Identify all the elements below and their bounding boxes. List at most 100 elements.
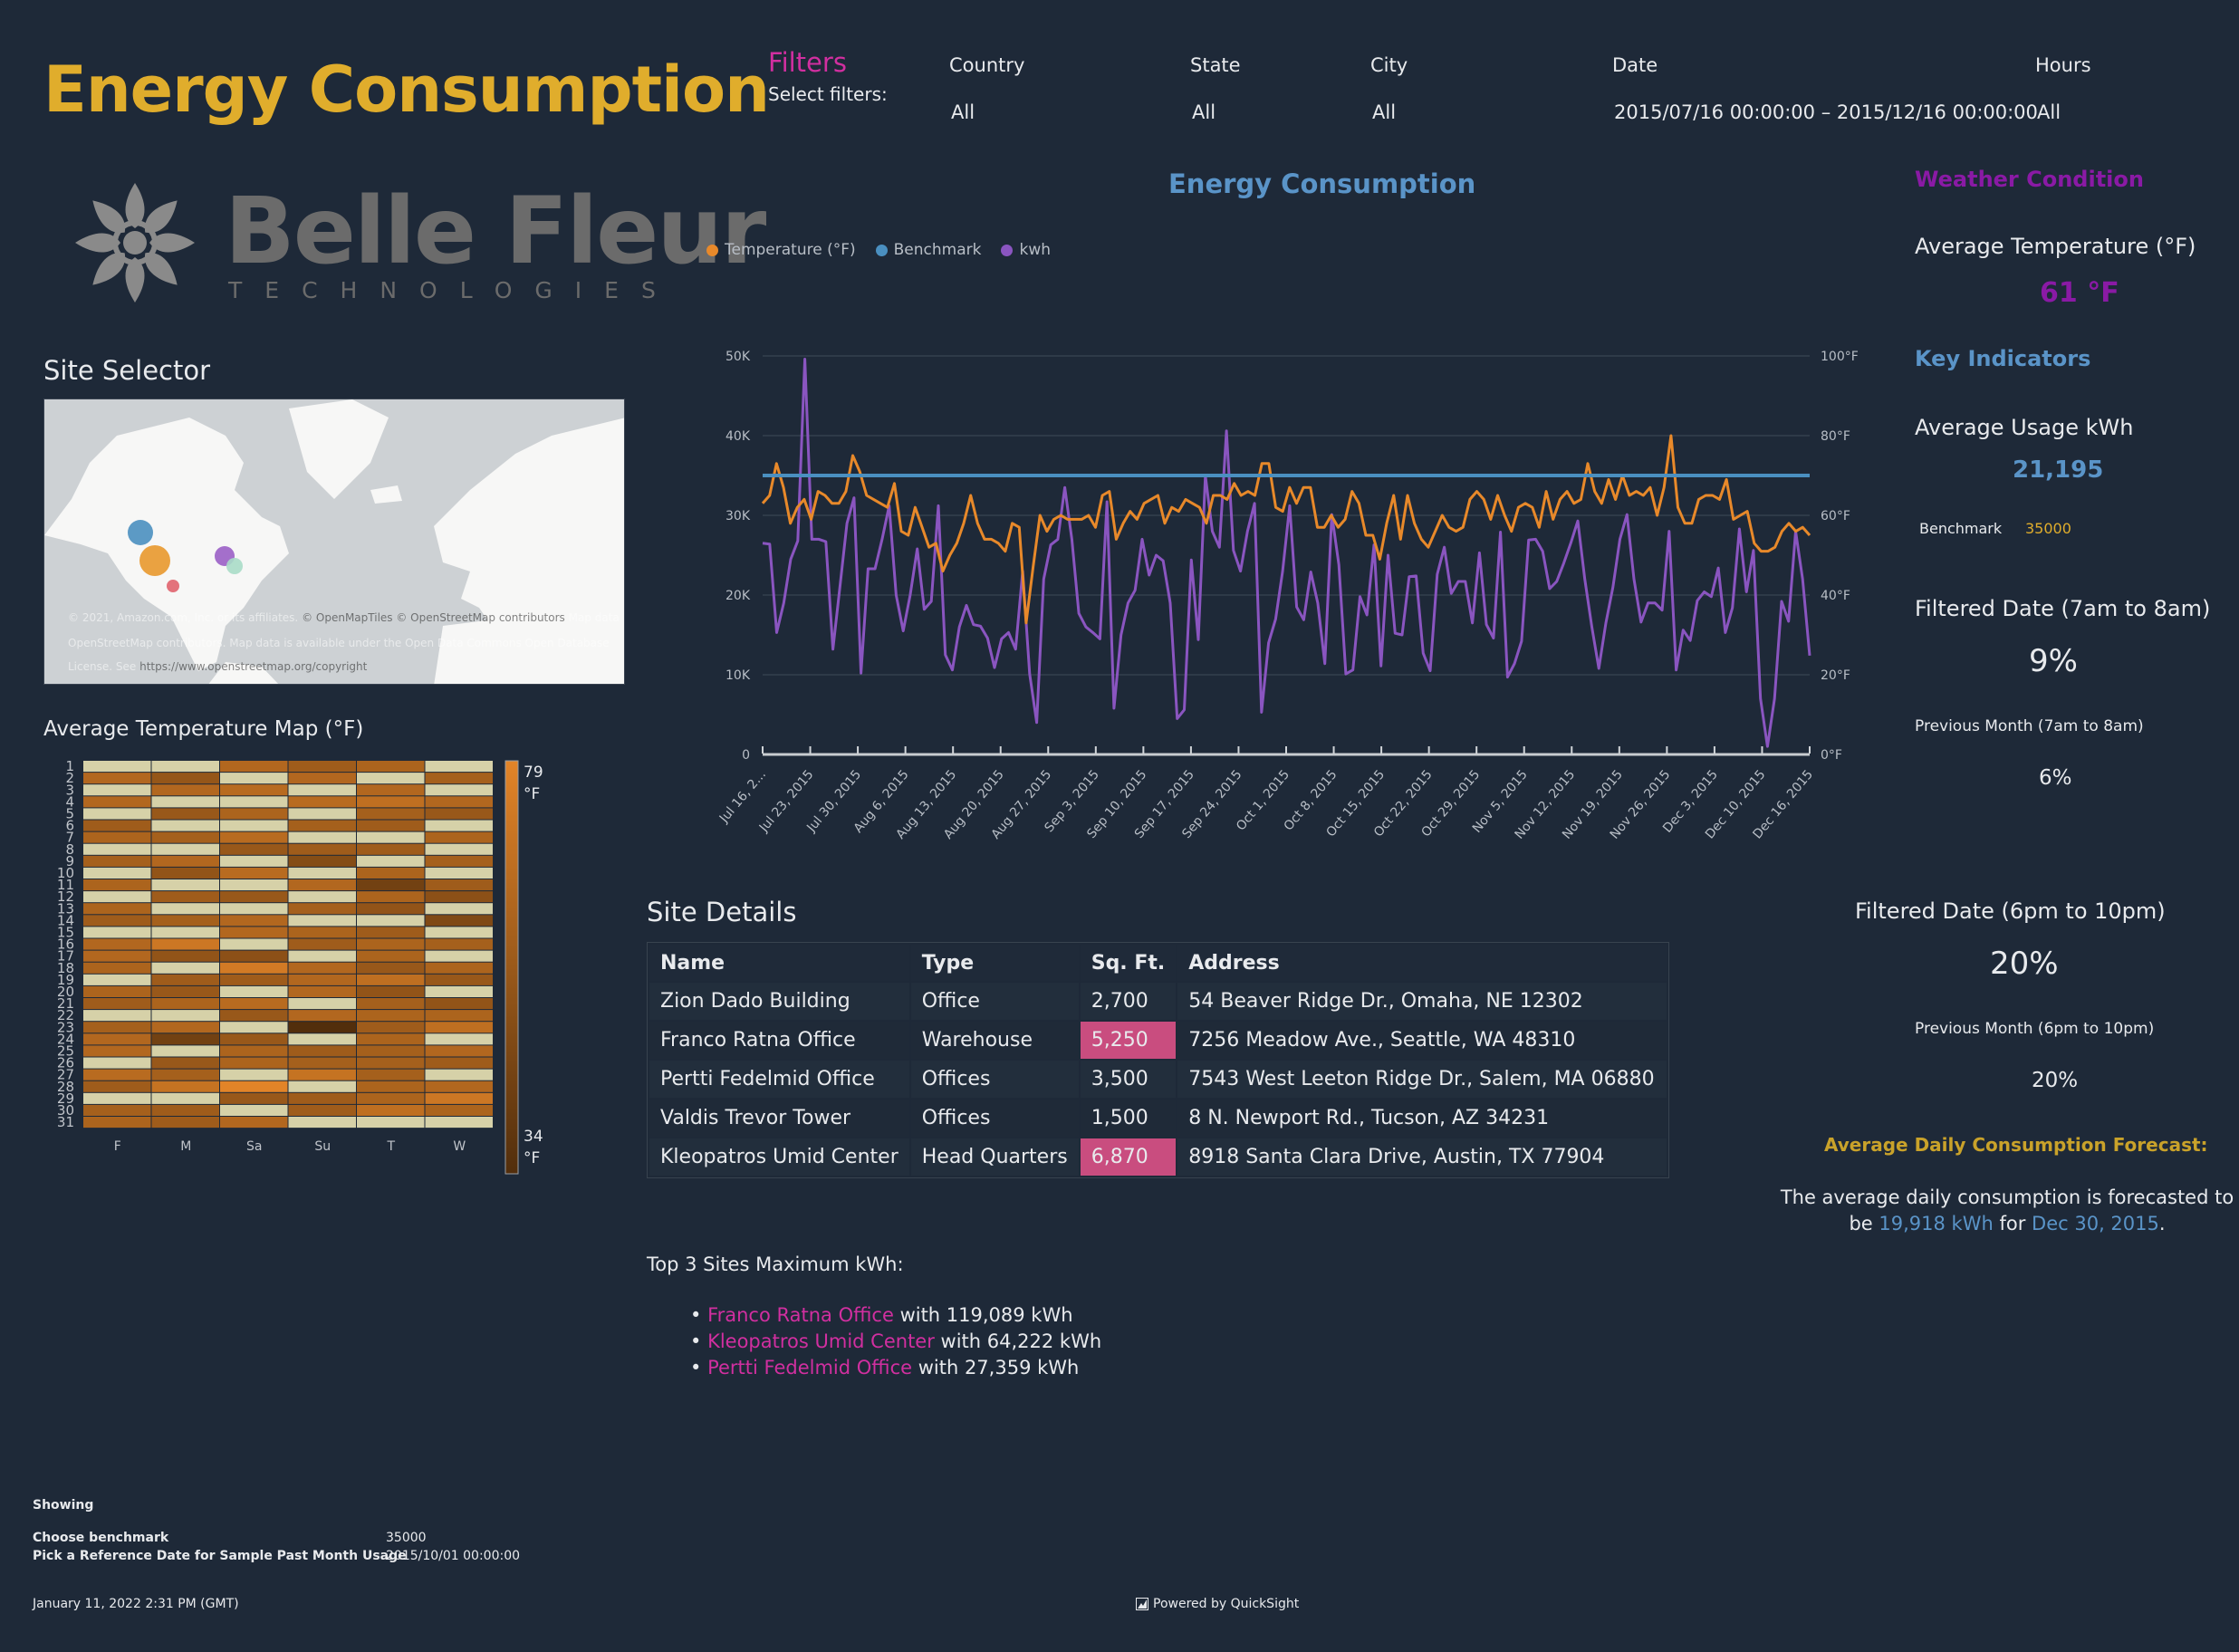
heatmap-cell[interactable] [357, 903, 425, 915]
heatmap-cell[interactable] [425, 915, 494, 927]
heatmap-cell[interactable] [151, 962, 220, 974]
heatmap-cell[interactable] [425, 761, 494, 773]
heatmap-cell[interactable] [357, 950, 425, 962]
heatmap-cell[interactable] [288, 831, 357, 843]
heatmap-cell[interactable] [288, 1092, 357, 1104]
heatmap-cell[interactable] [151, 1033, 220, 1045]
heatmap-cell[interactable] [83, 891, 151, 903]
heatmap-cell[interactable] [151, 879, 220, 891]
heatmap-cell[interactable] [288, 867, 357, 879]
heatmap-cell[interactable] [83, 761, 151, 773]
heatmap-cell[interactable] [83, 974, 151, 985]
heatmap-cell[interactable] [288, 1104, 357, 1116]
heatmap-cell[interactable] [220, 950, 288, 962]
heatmap-cell[interactable] [425, 974, 494, 985]
heatmap-cell[interactable] [425, 891, 494, 903]
heatmap-cell[interactable] [83, 1010, 151, 1022]
heatmap-cell[interactable] [288, 855, 357, 867]
heatmap-cell[interactable] [220, 974, 288, 985]
heatmap-cell[interactable] [288, 761, 357, 773]
heatmap-cell[interactable] [425, 1057, 494, 1069]
heatmap-cell[interactable] [357, 808, 425, 820]
heatmap-cell[interactable] [220, 1057, 288, 1069]
heatmap-cell[interactable] [220, 1033, 288, 1045]
heatmap-cell[interactable] [83, 1057, 151, 1069]
heatmap-cell[interactable] [151, 796, 220, 808]
heatmap-cell[interactable] [425, 985, 494, 997]
heatmap-cell[interactable] [288, 927, 357, 938]
heatmap-cell[interactable] [288, 1069, 357, 1081]
heatmap-cell[interactable] [151, 843, 220, 855]
heatmap-cell[interactable] [220, 1092, 288, 1104]
filter-date-control[interactable]: 2015/07/16 00:00:00 – 2015/12/16 00:00:0… [1614, 101, 2038, 123]
heatmap-cell[interactable] [151, 820, 220, 831]
column-header-type[interactable]: Type [908, 943, 1081, 983]
heatmap-cell[interactable] [83, 879, 151, 891]
legend-item-benchmark[interactable]: Benchmark [875, 241, 981, 259]
heatmap-cell[interactable] [83, 938, 151, 950]
heatmap-cell[interactable] [357, 1010, 425, 1022]
heatmap-cell[interactable] [288, 903, 357, 915]
heatmap-cell[interactable] [220, 1069, 288, 1081]
heatmap-cell[interactable] [83, 985, 151, 997]
heatmap-cell[interactable] [425, 831, 494, 843]
heatmap-cell[interactable] [83, 843, 151, 855]
heatmap-cell[interactable] [151, 1057, 220, 1069]
heatmap-cell[interactable] [220, 820, 288, 831]
heatmap-cell[interactable] [151, 927, 220, 938]
filter-hours-control[interactable]: All [2037, 101, 2061, 123]
heatmap-cell[interactable] [425, 998, 494, 1010]
heatmap-cell[interactable] [83, 1033, 151, 1045]
heatmap-cell[interactable] [425, 820, 494, 831]
heatmap-cell[interactable] [151, 998, 220, 1010]
heatmap-cell[interactable] [357, 1092, 425, 1104]
heatmap-cell[interactable] [357, 820, 425, 831]
heatmap-cell[interactable] [425, 808, 494, 820]
heatmap-cell[interactable] [151, 1022, 220, 1033]
heatmap-cell[interactable] [425, 1104, 494, 1116]
heatmap-cell[interactable] [425, 784, 494, 796]
heatmap-cell[interactable] [357, 831, 425, 843]
heatmap-cell[interactable] [220, 998, 288, 1010]
heatmap-cell[interactable] [288, 1010, 357, 1022]
heatmap-cell[interactable] [357, 843, 425, 855]
heatmap-cell[interactable] [357, 1045, 425, 1057]
heatmap-cell[interactable] [288, 808, 357, 820]
site-marker-seattle[interactable] [128, 520, 153, 545]
heatmap-cell[interactable] [220, 1117, 288, 1129]
site-marker-california[interactable] [139, 545, 170, 576]
heatmap-cell[interactable] [151, 784, 220, 796]
heatmap-cell[interactable] [288, 879, 357, 891]
heatmap-cell[interactable] [151, 1010, 220, 1022]
heatmap-cell[interactable] [83, 915, 151, 927]
heatmap-cell[interactable] [151, 1092, 220, 1104]
heatmap-cell[interactable] [83, 808, 151, 820]
heatmap-cell[interactable] [357, 867, 425, 879]
heatmap-cell[interactable] [220, 1010, 288, 1022]
table-row[interactable]: Valdis Trevor Tower Offices 1,500 8 N. Newp… [648, 1098, 1669, 1138]
heatmap-cell[interactable] [83, 950, 151, 962]
table-row[interactable]: Pertti Fedelmid Office Offices 3,500 7543 W… [648, 1059, 1669, 1100]
heatmap-cell[interactable] [83, 784, 151, 796]
heatmap-cell[interactable] [425, 1045, 494, 1057]
heatmap-cell[interactable] [151, 831, 220, 843]
heatmap-cell[interactable] [357, 998, 425, 1010]
heatmap-cell[interactable] [288, 974, 357, 985]
heatmap-cell[interactable] [288, 891, 357, 903]
heatmap-cell[interactable] [288, 998, 357, 1010]
heatmap-cell[interactable] [425, 796, 494, 808]
heatmap-cell[interactable] [151, 1081, 220, 1092]
heatmap-cell[interactable] [425, 938, 494, 950]
heatmap-cell[interactable] [288, 820, 357, 831]
heatmap-cell[interactable] [220, 985, 288, 997]
heatmap-cell[interactable] [220, 915, 288, 927]
heatmap-cell[interactable] [83, 1045, 151, 1057]
heatmap-cell[interactable] [357, 773, 425, 784]
heatmap-cell[interactable] [151, 985, 220, 997]
column-header-name[interactable]: Name [648, 943, 911, 983]
heatmap-cell[interactable] [220, 903, 288, 915]
heatmap-cell[interactable] [151, 1069, 220, 1081]
column-header-sqft[interactable]: Sq. Ft. [1078, 943, 1178, 983]
heatmap-cell[interactable] [151, 867, 220, 879]
heatmap-cell[interactable] [425, 1117, 494, 1129]
